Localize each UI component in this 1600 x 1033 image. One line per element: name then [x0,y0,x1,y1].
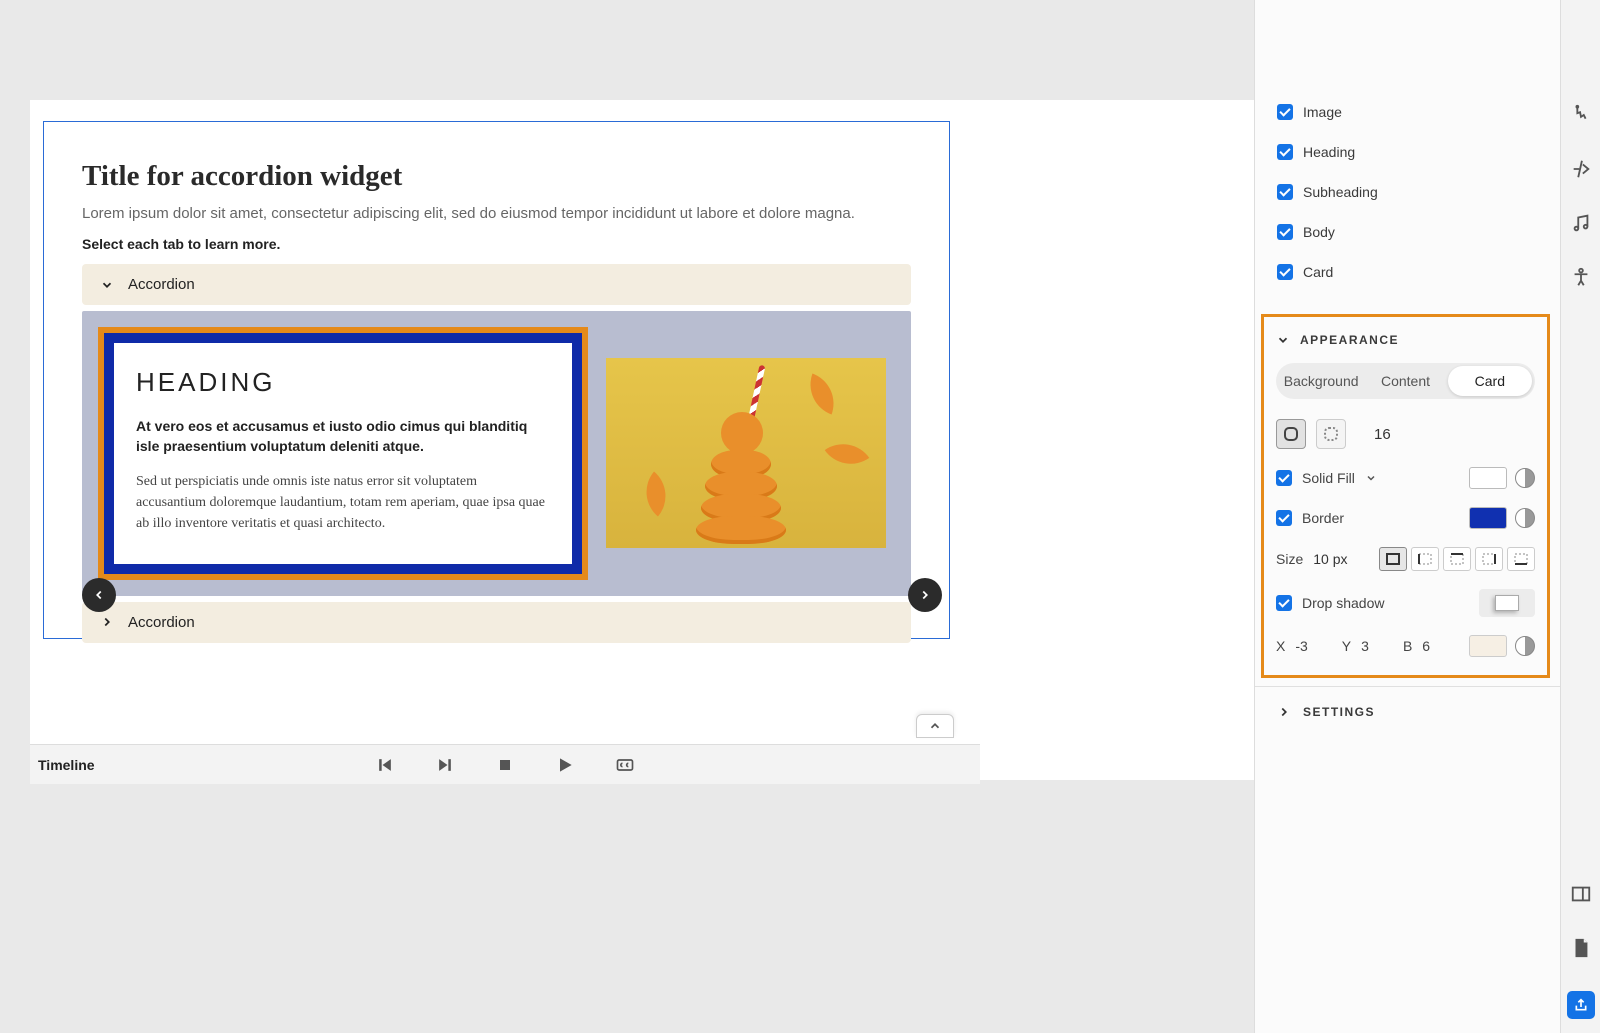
opacity-icon[interactable] [1515,508,1535,528]
stage-canvas[interactable]: Title for accordion widget Lorem ipsum d… [43,121,950,639]
accordion-header-open[interactable]: Accordion [82,264,911,305]
settings-toggle[interactable]: SETTINGS [1255,686,1560,737]
shadow-blur-label: B [1403,638,1412,654]
components-list: Image Heading Subheading Body Card [1255,0,1560,314]
accordion-label: Accordion [128,276,195,293]
component-heading[interactable]: Heading [1277,144,1538,160]
border-label: Border [1302,510,1344,526]
fill-color-swatch[interactable] [1469,467,1507,489]
card-body: Sed ut perspiciatis unde omnis iste natu… [136,471,550,534]
component-body[interactable]: Body [1277,224,1538,240]
shadow-y-value[interactable]: 3 [1361,638,1369,654]
editor-frame: Title for accordion widget Lorem ipsum d… [30,100,1330,780]
component-card[interactable]: Card [1277,264,1538,280]
appearance-toggle[interactable]: APPEARANCE [1276,333,1535,347]
checkbox-checked-icon [1277,264,1293,280]
shadow-preview[interactable] [1479,589,1535,617]
triggers-icon[interactable] [1570,158,1592,180]
timeline-label: Timeline [38,757,95,773]
tab-background[interactable]: Background [1279,366,1363,396]
card-content: HEADING At vero eos et accusamus et iust… [114,343,572,564]
border-side-all[interactable] [1379,547,1407,571]
border-side-top[interactable] [1443,547,1471,571]
checkbox-checked-icon[interactable] [1276,470,1292,486]
checkbox-checked-icon [1277,144,1293,160]
tab-card[interactable]: Card [1448,366,1532,396]
checkbox-checked-icon[interactable] [1276,510,1292,526]
opacity-icon[interactable] [1515,636,1535,656]
component-subheading[interactable]: Subheading [1277,184,1538,200]
checkbox-checked-icon [1277,224,1293,240]
border-color-swatch[interactable] [1469,507,1507,529]
border-side-left[interactable] [1411,547,1439,571]
card-heading: HEADING [136,367,550,398]
panel-peek-button[interactable] [916,714,954,738]
widget-title: Title for accordion widget [82,160,911,193]
chevron-right-icon [100,615,114,629]
solid-fill-label: Solid Fill [1302,470,1355,486]
layout-icon[interactable] [1570,883,1592,905]
shadow-blur-value[interactable]: 6 [1422,638,1430,654]
interactions-icon[interactable] [1570,104,1592,126]
settings-label: SETTINGS [1303,705,1375,719]
next-button[interactable] [908,578,942,612]
document-icon[interactable] [1570,937,1592,959]
stop-button[interactable] [495,755,515,775]
chevron-down-icon [100,278,114,292]
timeline-bar: Timeline [30,744,980,784]
prev-button[interactable] [82,578,116,612]
shadow-x-value[interactable]: -3 [1295,638,1307,654]
checkbox-checked-icon [1277,104,1293,120]
corner-radius-value[interactable]: 16 [1374,426,1391,443]
size-label: Size [1276,551,1303,567]
chevron-down-icon[interactable] [1365,472,1377,484]
step-forward-button[interactable] [435,755,455,775]
appearance-label: APPEARANCE [1300,333,1399,347]
audio-icon[interactable] [1570,212,1592,234]
widget-subtitle: Lorem ipsum dolor sit amet, consectetur … [82,205,911,222]
right-rail [1560,0,1600,1033]
shadow-x-label: X [1276,638,1285,654]
corner-individual-button[interactable] [1316,419,1346,449]
play-button[interactable] [555,755,575,775]
card-subheading: At vero eos et accusamus et iusto odio c… [136,416,550,457]
step-back-button[interactable] [375,755,395,775]
shadow-y-label: Y [1342,638,1351,654]
component-image[interactable]: Image [1277,104,1538,120]
share-button[interactable] [1567,991,1595,1019]
checkbox-checked-icon[interactable] [1276,595,1292,611]
properties-panel: Image Heading Subheading Body Card APPEA… [1254,0,1560,1033]
card-selected[interactable]: HEADING At vero eos et accusamus et iust… [98,327,588,580]
opacity-icon[interactable] [1515,468,1535,488]
accessibility-icon[interactable] [1570,266,1592,288]
checkbox-checked-icon [1277,184,1293,200]
accordion-body: HEADING At vero eos et accusamus et iust… [82,311,911,596]
drop-shadow-label: Drop shadow [1302,595,1385,611]
shadow-color-swatch[interactable] [1469,635,1507,657]
border-size-value[interactable]: 10 px [1313,551,1347,567]
appearance-section-highlight: APPEARANCE Background Content Card 16 So… [1261,314,1550,678]
appearance-tabs: Background Content Card [1276,363,1535,399]
border-side-right[interactable] [1475,547,1503,571]
border-side-bottom[interactable] [1507,547,1535,571]
tab-content[interactable]: Content [1363,366,1447,396]
captions-button[interactable] [615,755,635,775]
card-image[interactable] [606,358,886,548]
corner-all-button[interactable] [1276,419,1306,449]
accordion-label: Accordion [128,614,195,631]
widget-instruction: Select each tab to learn more. [82,236,911,252]
